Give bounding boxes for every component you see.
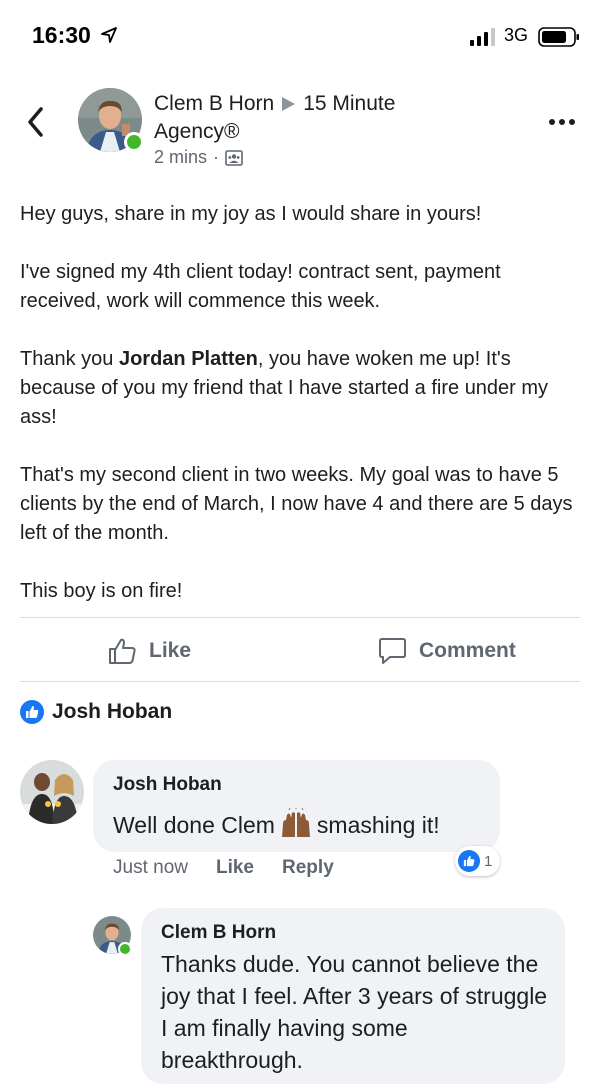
action-bar-bottom-divider bbox=[20, 681, 580, 682]
post-paragraph: This boy is on fire! bbox=[20, 580, 183, 602]
like-button[interactable]: Like bbox=[108, 634, 191, 668]
status-bar: 16:30 3G bbox=[0, 0, 600, 70]
raising-hands-icon bbox=[281, 808, 310, 837]
comment-text-part: smashing it! bbox=[316, 812, 440, 838]
comment-actions: Just now Like Reply bbox=[113, 857, 362, 879]
commenter-photo bbox=[20, 760, 84, 824]
reply-author-name[interactable]: Clem B Horn bbox=[161, 922, 276, 944]
action-bar-top-divider bbox=[20, 617, 580, 618]
battery-icon bbox=[538, 27, 579, 47]
shared-to-arrow-icon bbox=[282, 96, 296, 111]
like-reaction-icon bbox=[458, 850, 480, 872]
post-paragraph: Thank you Jordan Platten, you have woken… bbox=[20, 345, 585, 432]
comment-button-label: Comment bbox=[419, 639, 516, 662]
post-meta: 2 mins · bbox=[154, 147, 243, 168]
post-body: Hey guys, share in my joy as I would sha… bbox=[20, 200, 585, 606]
post-paragraph: I've signed my 4th client today! contrac… bbox=[20, 261, 501, 312]
post-paragraph: That's my second client in two weeks. My… bbox=[20, 464, 573, 544]
group-members-icon bbox=[225, 149, 243, 166]
post-timestamp: 2 mins bbox=[154, 147, 208, 167]
comment-bubble-icon bbox=[379, 638, 406, 664]
reply-text: Thanks dude. You cannot believe the joy … bbox=[161, 951, 548, 1073]
mention-link[interactable]: Jordan Platten bbox=[119, 348, 258, 370]
network-type: 3G bbox=[504, 25, 529, 45]
status-time: 16:30 bbox=[32, 22, 91, 48]
post-author-name[interactable]: Clem B Horn bbox=[154, 92, 274, 115]
commenter-avatar[interactable] bbox=[20, 760, 84, 824]
comment-reaction-count[interactable]: 1 bbox=[455, 846, 501, 876]
reactor-name: Josh Hoban bbox=[52, 700, 173, 723]
comment-button[interactable]: Comment bbox=[378, 634, 516, 668]
comment-timestamp: Just now bbox=[113, 857, 188, 878]
reactions-summary[interactable]: Josh Hoban bbox=[20, 700, 172, 724]
post-text: Thank you bbox=[20, 348, 119, 370]
like-button-label: Like bbox=[149, 639, 192, 662]
comment-text: Well done Clem smashing it! bbox=[113, 808, 440, 841]
comment-bubble: Josh Hoban Well done Clem smashing it! bbox=[93, 760, 500, 852]
comment-author-name[interactable]: Josh Hoban bbox=[113, 774, 222, 796]
post-paragraph: Hey guys, share in my joy as I would sha… bbox=[20, 203, 482, 225]
comment-like-button[interactable]: Like bbox=[216, 857, 254, 879]
like-reaction-icon bbox=[20, 700, 44, 724]
back-chevron-icon[interactable] bbox=[24, 105, 46, 139]
author-avatar[interactable] bbox=[78, 88, 144, 152]
more-options-icon[interactable] bbox=[548, 117, 576, 127]
meta-separator: · bbox=[213, 147, 220, 167]
signal-strength-icon bbox=[470, 28, 495, 46]
comment-reply-button[interactable]: Reply bbox=[282, 857, 334, 879]
post-header-title: Clem B Horn 15 Minute Agency® bbox=[154, 90, 464, 146]
comment-text-part: Well done Clem bbox=[113, 812, 275, 838]
thumbs-up-icon bbox=[109, 638, 136, 664]
reaction-count-value: 1 bbox=[484, 852, 493, 870]
reply-bubble: Clem B Horn Thanks dude. You cannot beli… bbox=[141, 908, 565, 1084]
online-status-dot bbox=[118, 942, 132, 956]
location-arrow-icon bbox=[101, 27, 117, 43]
online-status-dot bbox=[124, 132, 144, 152]
